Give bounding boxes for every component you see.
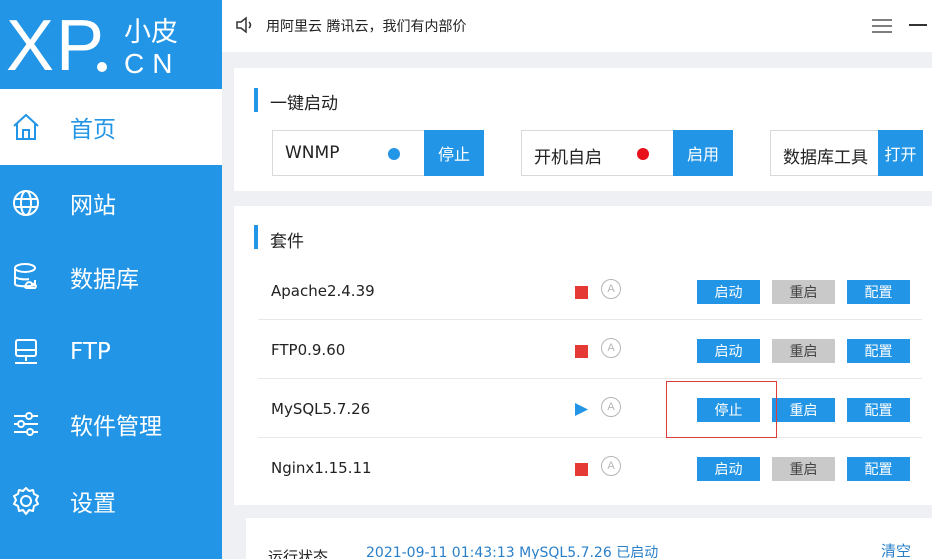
logo-cn: 小皮 xyxy=(124,17,178,48)
autostart-status-dot xyxy=(637,148,649,160)
sidebar-item-ftp[interactable]: FTP xyxy=(0,314,222,390)
sidebar-item-label: 网站 xyxy=(70,193,116,219)
sidebar-item-website[interactable]: 网站 xyxy=(0,165,222,241)
sliders-icon xyxy=(10,408,42,440)
restart-button[interactable]: 重启 xyxy=(772,457,835,481)
restart-button[interactable]: 重启 xyxy=(772,280,835,304)
autostart-toggle-icon[interactable]: A xyxy=(601,279,621,299)
config-button[interactable]: 配置 xyxy=(847,280,910,304)
autostart-control: 开机自启 启用 xyxy=(521,130,733,176)
db-tool-label: 数据库工具 xyxy=(783,148,868,168)
autostart-label: 开机自启 xyxy=(534,148,602,168)
logo-dot xyxy=(97,62,107,72)
gear-icon xyxy=(10,485,42,517)
suite-title: 套件 xyxy=(270,232,304,252)
sidebar-item-label: 软件管理 xyxy=(70,414,162,440)
config-button[interactable]: 配置 xyxy=(847,339,910,363)
quick-start-title: 一键启动 xyxy=(270,94,338,114)
notice-text[interactable]: 用阿里云 腾讯云，我们有内部价 xyxy=(266,16,466,36)
logo-main: XP xyxy=(6,6,107,86)
start-button[interactable]: 启动 xyxy=(697,457,760,481)
service-name: Apache2.4.39 xyxy=(271,282,375,300)
title-accent-bar xyxy=(254,225,258,249)
app-window: XP 小皮 CN 首页 网站 数据库 FTP 软件管理 设置 用阿里云 腾讯云，… xyxy=(0,0,932,559)
globe-icon xyxy=(10,187,42,219)
service-name: FTP0.9.60 xyxy=(271,341,346,359)
db-tool-open-button[interactable]: 打开 xyxy=(878,130,923,176)
sidebar: XP 小皮 CN 首页 网站 数据库 FTP 软件管理 设置 xyxy=(0,0,222,559)
db-tool-control: 数据库工具 打开 xyxy=(770,130,923,176)
top-bar: 用阿里云 腾讯云，我们有内部价 xyxy=(222,0,932,52)
highlight-box xyxy=(666,381,777,438)
sidebar-item-settings[interactable]: 设置 xyxy=(0,463,222,539)
service-name: MySQL5.7.26 xyxy=(271,400,371,418)
wnmp-status-dot xyxy=(388,148,400,160)
running-status-icon xyxy=(575,403,588,421)
config-button[interactable]: 配置 xyxy=(847,457,910,481)
autostart-toggle-icon[interactable]: A xyxy=(601,397,621,417)
stopped-status-icon xyxy=(575,286,588,304)
hamburger-menu-icon[interactable] xyxy=(872,18,892,39)
wnmp-stop-button[interactable]: 停止 xyxy=(424,130,484,176)
minimize-icon[interactable] xyxy=(909,24,927,26)
sidebar-item-software[interactable]: 软件管理 xyxy=(0,386,222,462)
wnmp-control: WNMP 停止 xyxy=(272,130,484,176)
home-icon xyxy=(10,111,42,143)
sidebar-item-label: 首页 xyxy=(70,117,116,143)
config-button[interactable]: 配置 xyxy=(847,398,910,422)
speaker-icon xyxy=(234,14,256,41)
sidebar-item-label: 数据库 xyxy=(70,267,139,293)
sidebar-item-label: 设置 xyxy=(70,491,116,517)
wnmp-label: WNMP xyxy=(285,143,340,163)
logo: XP 小皮 CN xyxy=(0,0,222,88)
title-accent-bar xyxy=(254,88,258,112)
log-label: 运行状态 xyxy=(268,548,329,559)
sidebar-item-label: FTP xyxy=(70,339,111,365)
log-panel: 运行状态 2021-09-11 01:43:13 MySQL5.7.26 已启动… xyxy=(246,518,932,559)
table-row: Apache2.4.39 A 启动 重启 配置 xyxy=(258,262,922,320)
start-button[interactable]: 启动 xyxy=(697,280,760,304)
autostart-toggle-icon[interactable]: A xyxy=(601,456,621,476)
autostart-toggle-icon[interactable]: A xyxy=(601,338,621,358)
table-row: MySQL5.7.26 A 停止 重启 配置 xyxy=(258,380,922,438)
service-name: Nginx1.15.11 xyxy=(271,459,372,477)
autostart-enable-button[interactable]: 启用 xyxy=(673,130,733,176)
clear-log-link[interactable]: 清空 xyxy=(881,540,911,559)
sidebar-item-home[interactable]: 首页 xyxy=(0,89,222,165)
stopped-status-icon xyxy=(575,463,588,481)
table-row: Nginx1.15.11 A 启动 重启 配置 xyxy=(258,439,922,497)
log-line: 2021-09-11 01:43:13 MySQL5.7.26 已启动 xyxy=(366,545,659,559)
restart-button[interactable]: 重启 xyxy=(772,398,835,422)
stopped-status-icon xyxy=(575,345,588,363)
database-icon xyxy=(10,261,42,293)
ftp-server-icon xyxy=(10,336,42,368)
restart-button[interactable]: 重启 xyxy=(772,339,835,363)
sidebar-item-database[interactable]: 数据库 xyxy=(0,239,222,315)
logo-tld: CN xyxy=(124,48,181,79)
table-row: FTP0.9.60 A 启动 重启 配置 xyxy=(258,321,922,379)
start-button[interactable]: 启动 xyxy=(697,339,760,363)
